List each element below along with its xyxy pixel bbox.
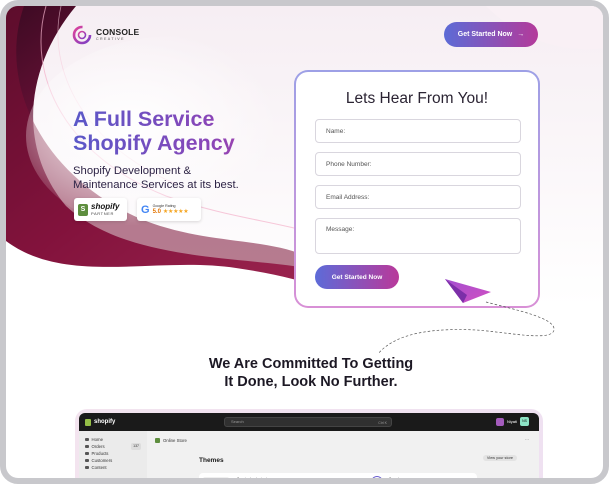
hero-headline: A Full Service Shopify Agency xyxy=(73,107,303,155)
admin-window: shopify Search Ctrl K Niyati NS Home Ord… xyxy=(79,413,539,481)
shopify-partner-badge: S shopify PARTNER xyxy=(74,198,127,221)
shopify-admin-preview: shopify Search Ctrl K Niyati NS Home Ord… xyxy=(75,409,543,481)
contact-form: Lets Hear From You! Get Started Now xyxy=(296,72,538,306)
hero-subheading-line2: Maintenance Services at its best. xyxy=(73,179,239,191)
online-store-icon xyxy=(155,438,160,443)
theme-thumbnail xyxy=(203,477,229,478)
sidebar-item-products: Products xyxy=(85,450,147,457)
admin-sidebar: Home Orders 137 Products Customers Conte… xyxy=(79,431,147,478)
shopify-bag-icon xyxy=(85,418,91,426)
shopify-bag-icon: S xyxy=(78,203,88,216)
notification-icon xyxy=(495,417,504,426)
brand-name: CONSOLE xyxy=(96,27,140,38)
speed-score-icon xyxy=(371,476,383,478)
section-title-line2: It Done, Look No Further. xyxy=(224,374,398,390)
name-field[interactable] xyxy=(315,119,521,143)
commitment-section-title: We Are Committed To Getting It Done, Loo… xyxy=(156,355,466,391)
admin-brand-label: shopify xyxy=(94,419,116,425)
sidebar-item-label: Products xyxy=(91,451,109,456)
hero-headline-line2: Shopify Agency xyxy=(73,131,235,155)
header-get-started-button[interactable]: Get Started Now → xyxy=(444,22,538,47)
admin-user-name: Niyati xyxy=(506,419,517,424)
console-logo-icon xyxy=(72,25,92,45)
admin-topbar: shopify Search Ctrl K Niyati NS xyxy=(79,413,539,431)
admin-main-panel: Online Store ⋯ Themes View your store Se… xyxy=(147,431,539,481)
hero-subheading-line1: Shopify Development & xyxy=(73,165,192,177)
breadcrumb-label: Online Store xyxy=(163,438,187,443)
orders-count-badge: 137 xyxy=(131,443,141,450)
form-submit-button[interactable]: Get Started Now xyxy=(315,265,399,289)
dashed-trail-decoration xyxy=(377,301,555,355)
avatar: NS xyxy=(520,417,529,426)
sidebar-item-label: Content xyxy=(91,465,107,470)
brand-wordmark: CONSOLE CREATIVE xyxy=(96,28,139,41)
message-field[interactable] xyxy=(315,218,521,254)
phone-field[interactable] xyxy=(315,152,521,176)
theme-card-line2: Speed score xyxy=(389,477,409,481)
hero-subheading: Shopify Development & Maintenance Servic… xyxy=(73,164,283,192)
header-cta-label: Get Started Now xyxy=(457,31,513,38)
home-icon xyxy=(85,437,89,442)
section-title-line1: We Are Committed To Getting xyxy=(208,356,414,372)
orders-icon xyxy=(85,444,89,449)
breadcrumb: Online Store xyxy=(155,438,187,443)
page-frame: CONSOLE CREATIVE Get Started Now → A Ful… xyxy=(0,0,609,484)
hero-headline-line1: A Full Service xyxy=(73,107,215,131)
admin-brand: shopify xyxy=(85,418,116,426)
google-rating-score: 5.0 xyxy=(152,208,161,215)
admin-search-shortcut: Ctrl K xyxy=(378,421,387,425)
sidebar-item-home: Home xyxy=(85,436,147,443)
brand-tagline: CREATIVE xyxy=(96,36,125,41)
admin-search-placeholder: Search xyxy=(231,419,244,424)
contact-form-card: Lets Hear From You! Get Started Now xyxy=(294,70,540,308)
theme-card-line1: Session by device type xyxy=(237,477,273,481)
sidebar-item-customers: Customers xyxy=(85,457,147,464)
admin-user-menu: Niyati NS xyxy=(495,417,529,426)
shopify-badge-word: shopify xyxy=(91,202,120,211)
view-store-button: View your store xyxy=(482,455,517,461)
more-options-icon: ⋯ xyxy=(525,437,529,442)
products-icon xyxy=(85,451,89,456)
sidebar-item-label: Customers xyxy=(91,458,113,463)
page-title: Themes xyxy=(199,457,224,464)
sidebar-item-orders: Orders 137 xyxy=(85,443,147,450)
arrow-right-icon: → xyxy=(517,31,525,38)
form-title: Lets Hear From You! xyxy=(345,90,489,107)
rating-stars-icon: ★★★★★ xyxy=(162,209,189,215)
theme-card: Session by device type Speed score xyxy=(199,473,477,481)
email-field[interactable] xyxy=(315,185,521,209)
content-icon xyxy=(85,465,89,470)
admin-search-input: Search Ctrl K xyxy=(224,417,392,427)
shopify-badge-sub: PARTNER xyxy=(91,211,114,216)
google-rating-badge: G Google Rating 5.0 ★★★★★ xyxy=(137,198,201,221)
brand-logo[interactable]: CONSOLE CREATIVE xyxy=(72,25,139,45)
customers-icon xyxy=(85,458,89,463)
sidebar-item-content: Content xyxy=(85,464,147,471)
sidebar-item-label: Home xyxy=(91,437,103,442)
sidebar-item-label: Orders xyxy=(91,444,105,449)
google-g-icon: G xyxy=(141,203,150,216)
